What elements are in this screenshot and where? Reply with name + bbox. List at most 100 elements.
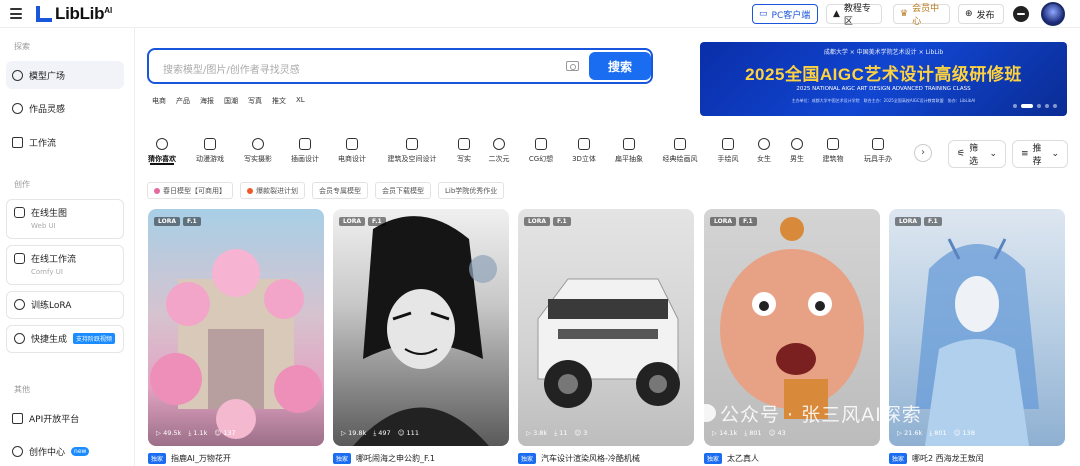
views-count: 19.8k [348,429,367,437]
category-tab[interactable]: CG幻想 [517,138,565,164]
fire-icon [247,187,253,194]
model-base: F.1 [552,217,571,226]
model-caption[interactable]: 独家 哪吒2 西海龙王敖闰 [889,453,984,464]
logo[interactable]: LibLib AI [36,4,112,24]
downloads-count: 801 [934,429,947,437]
model-stats: ▷ 21.6k ⤓ 801 ☺ 138 [897,429,975,437]
sidebar: 探索 模型广场 作品灵感 工作流 创作 在线生图 Web UI 在线工作流 Co… [0,28,135,466]
category-label: 3D立体 [572,155,596,163]
sidebar-item-label: 训练LoRA [31,301,72,311]
sidebar-item-model-square[interactable]: 模型广场 [6,61,124,89]
vip-button[interactable]: ♛ 会员中心 [893,4,950,27]
pc-client-label: PC客户端 [771,10,811,21]
tag-item[interactable]: 会员下载模型 [375,182,431,199]
top-bar: LibLib AI ▭ PC客户端 ▲ 教程专区 ♛ 会员中心 ⊕ 发布 [0,0,1080,28]
search-button[interactable]: 搜索 [589,52,651,80]
pc-client-button[interactable]: ▭ PC客户端 [752,4,818,24]
category-tab[interactable]: 插画设计 [281,138,329,164]
tag-label: 会员下载模型 [382,186,424,195]
sort-icon: ≡ [1021,149,1029,159]
sidebar-item-inspiration[interactable]: 作品灵感 [6,94,124,122]
tag-label: 春日模型【可商用】 [163,186,226,195]
tag-item[interactable]: Lib学院优秀作业 [438,182,505,199]
model-caption[interactable]: 独家 汽车设计渲染风格-冷酷机械 [518,453,640,464]
message-icon[interactable] [1013,6,1029,22]
model-stats: ▷ 14.1k ⤓ 801 ☺ 43 [712,429,786,437]
filter-icon: ⚟ [957,149,966,159]
menu-icon[interactable] [10,8,22,19]
search-box[interactable]: 搜索模型/图片/创作者寻找灵感 搜索 [147,48,653,84]
new-badge: new [71,446,90,456]
category-label: 男生 [790,155,804,163]
model-card[interactable]: LORA F.1 ▷ 19.8k ⤓ 497 ☺ 111 [333,209,509,446]
chevron-down-icon: ⌄ [989,149,997,159]
likes-count: 43 [777,429,786,437]
tag-row: 春日模型【可商用】 爆款裂进计划 会员专属模型 会员下载模型 Lib学院优秀作业 [147,182,505,199]
model-type: LORA [710,217,736,226]
hot-keyword[interactable]: 写真 [248,96,262,106]
hot-keyword[interactable]: 海报 [200,96,214,106]
model-caption[interactable]: 独家 太乙真人 [704,453,759,464]
category-tab[interactable]: 经典绘画风 [654,138,706,164]
category-tab[interactable]: 写实摄影 [234,138,282,164]
filter-button[interactable]: ⚟ 筛选 ⌄ [948,140,1006,168]
sidebar-item-sub: Comfy UI [31,268,63,276]
category-tab[interactable]: 二次元 [475,138,523,164]
sidebar-item-label: 模型广场 [29,71,66,82]
cube-icon [14,333,25,344]
image-icon [299,138,311,150]
category-label: 插画设计 [291,155,319,163]
avatar[interactable] [1041,2,1065,26]
sidebar-item-train-lora[interactable]: 训练LoRA [6,291,124,319]
tag-item[interactable]: 爆款裂进计划 [240,182,305,199]
palette-icon [14,207,25,218]
model-card[interactable]: LORA F.1 ▷ 49.5k ⤓ 1.1k ☺ 137 [148,209,324,446]
camera-icon[interactable] [566,61,579,71]
publish-button[interactable]: ⊕ 发布 [958,4,1004,24]
model-thumbnail [150,249,322,439]
views-count: 21.6k [904,429,923,437]
watermark: 公众号 · 张三风AI探索 [720,404,922,426]
category-tab[interactable]: 猜你喜欢 [138,138,186,165]
exclusive-badge: 独家 [148,453,167,464]
hot-keyword[interactable]: XL [296,96,305,106]
sidebar-item-online-gen[interactable]: 在线生图 Web UI [6,199,124,239]
hot-keyword[interactable]: 电商 [152,96,166,106]
category-tab[interactable]: 建筑及空间设计 [382,138,442,164]
promo-banner[interactable]: 成都大学 × 中国美术学院艺术设计 × LibLib 2025全国AIGC艺术设… [700,42,1067,116]
model-stats: ▷ 49.5k ⤓ 1.1k ☺ 137 [156,429,236,437]
carousel-dots[interactable] [1013,104,1057,108]
category-tab[interactable]: 扁平抽象 [605,138,653,164]
likes-count: 138 [962,429,975,437]
category-tab[interactable]: 电商设计 [328,138,376,164]
category-tab[interactable]: 玩具手办 [854,138,902,164]
sidebar-item-workflow[interactable]: 工作流 [6,128,124,156]
category-tab[interactable]: 动漫游戏 [186,138,234,164]
sidebar-item-creator-center[interactable]: 创作中心 new [6,437,124,465]
hot-keyword[interactable]: 推文 [272,96,286,106]
category-tab[interactable]: 建筑物 [809,138,857,164]
hot-keyword[interactable]: 国潮 [224,96,238,106]
exclusive-badge: 独家 [518,453,537,464]
model-card[interactable]: LORA F.1 ▷ 3.8k ⤓ 11 ☺ 3 [518,209,694,446]
tag-item[interactable]: 会员专属模型 [312,182,368,199]
sort-button[interactable]: ≡ 推荐 ⌄ [1012,140,1068,168]
chevron-right-icon[interactable]: › [914,144,932,162]
plus-icon: ⊕ [965,9,973,19]
cg-icon [535,138,547,150]
sidebar-item-quick-gen[interactable]: 快捷生成 支持阶跃视频 [6,325,124,353]
tag-item[interactable]: 春日模型【可商用】 [147,182,233,199]
sidebar-item-api[interactable]: API开放平台 [6,404,124,432]
category-label: 电商设计 [338,155,366,163]
search-input[interactable]: 搜索模型/图片/创作者寻找灵感 [163,61,300,76]
category-label: 动漫游戏 [196,155,224,163]
model-caption[interactable]: 独家 指鹿AI_万物花开 [148,453,231,464]
course-button[interactable]: ▲ 教程专区 [826,4,882,27]
model-caption[interactable]: 独家 哪吒闹海之申公豹_F.1 [333,453,435,464]
sidebar-item-online-workflow[interactable]: 在线工作流 Comfy UI [6,245,124,285]
banner-title: 2025全国AIGC艺术设计高级研修班 [745,65,1022,84]
hot-keyword[interactable]: 产品 [176,96,190,106]
sidebar-item-label: 作品灵感 [29,104,66,115]
model-stats: ▷ 3.8k ⤓ 11 ☺ 3 [526,429,588,437]
category-tab[interactable]: 3D立体 [560,138,608,164]
